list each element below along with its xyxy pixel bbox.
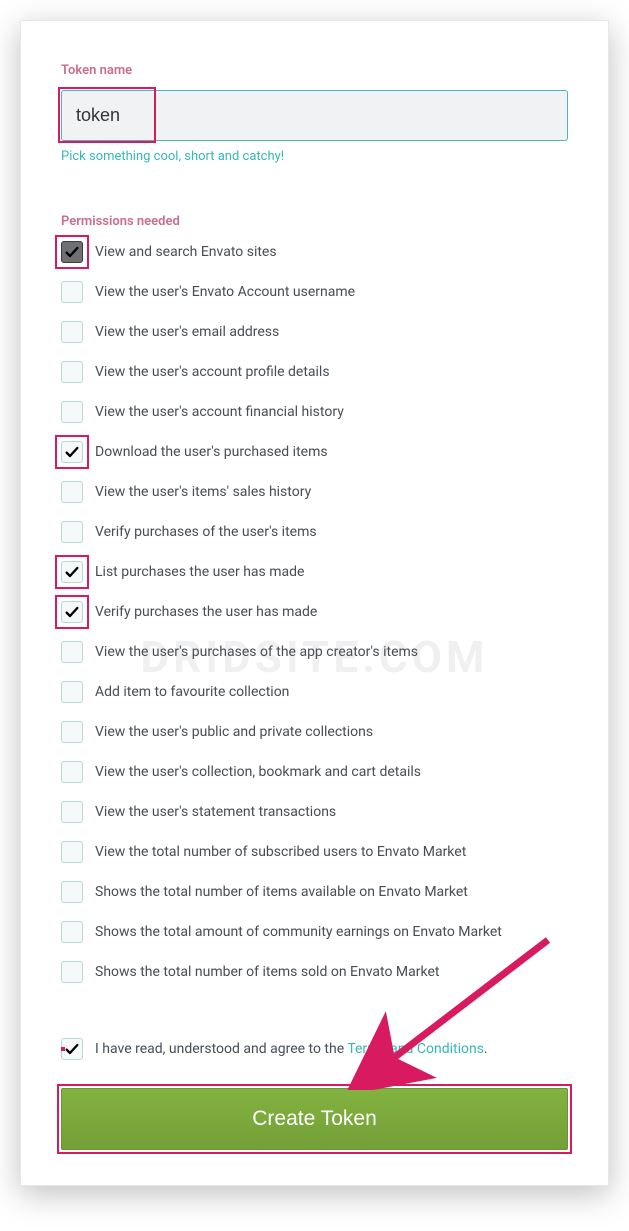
permission-checkbox[interactable]: [61, 241, 83, 263]
create-button-wrap: Create Token: [61, 1088, 568, 1150]
permission-row: Verify purchases the user has made: [61, 601, 568, 623]
permission-row: View the user's items' sales history: [61, 481, 568, 503]
permission-row: View the user's statement transactions: [61, 801, 568, 823]
permission-row: Shows the total number of items availabl…: [61, 881, 568, 903]
permission-checkbox[interactable]: [61, 761, 83, 783]
permission-row: View the total number of subscribed user…: [61, 841, 568, 863]
permission-row: View the user's purchases of the app cre…: [61, 641, 568, 663]
permission-checkbox[interactable]: [61, 561, 83, 583]
permission-checkbox[interactable]: [61, 641, 83, 663]
terms-suffix: .: [484, 1041, 488, 1057]
permissions-list: View and search Envato sites View the use…: [61, 241, 568, 983]
permission-checkbox[interactable]: [61, 681, 83, 703]
permission-row: Verify purchases of the user's items: [61, 521, 568, 543]
permission-label: Verify purchases the user has made: [95, 604, 317, 620]
permission-checkbox[interactable]: [61, 361, 83, 383]
token-name-label: Token name: [61, 63, 568, 78]
terms-text: I have read, understood and agree to the…: [95, 1041, 488, 1057]
permission-checkbox[interactable]: [61, 281, 83, 303]
permission-label: View the user's statement transactions: [95, 804, 336, 820]
permission-label: View the user's email address: [95, 324, 279, 340]
terms-prefix: I have read, understood and agree to the: [95, 1041, 347, 1057]
permission-label: Shows the total number of items sold on …: [95, 964, 439, 980]
permission-label: View the user's collection, bookmark and…: [95, 764, 421, 780]
permission-checkbox[interactable]: [61, 521, 83, 543]
permission-label: Shows the total number of items availabl…: [95, 884, 468, 900]
permission-checkbox[interactable]: [61, 401, 83, 423]
permission-label: Add item to favourite collection: [95, 684, 289, 700]
terms-link[interactable]: Terms and Conditions: [347, 1041, 484, 1057]
create-token-form: DRIDSITE.COM Token name Pick something c…: [20, 20, 609, 1186]
permission-checkbox[interactable]: [61, 801, 83, 823]
permissions-label: Permissions needed: [61, 214, 568, 229]
permission-label: View the user's items' sales history: [95, 484, 311, 500]
token-name-input[interactable]: [61, 90, 568, 141]
permission-row: View the user's public and private colle…: [61, 721, 568, 743]
permission-label: View the user's account financial histor…: [95, 404, 344, 420]
permission-row: View the user's email address: [61, 321, 568, 343]
permission-row: Add item to favourite collection: [61, 681, 568, 703]
permission-checkbox[interactable]: [61, 601, 83, 623]
permission-checkbox[interactable]: [61, 881, 83, 903]
permission-checkbox[interactable]: [61, 921, 83, 943]
token-name-input-wrap: [61, 90, 568, 141]
permission-label: View the total number of subscribed user…: [95, 844, 466, 860]
permission-label: View the user's purchases of the app cre…: [95, 644, 418, 660]
permission-checkbox[interactable]: [61, 961, 83, 983]
permission-label: Verify purchases of the user's items: [95, 524, 317, 540]
terms-checkbox[interactable]: [61, 1038, 83, 1060]
permission-row: Download the user's purchased items: [61, 441, 568, 463]
permission-label: Shows the total amount of community earn…: [95, 924, 502, 940]
permission-row: View the user's collection, bookmark and…: [61, 761, 568, 783]
permission-label: View and search Envato sites: [95, 244, 277, 260]
permission-label: View the user's Envato Account username: [95, 284, 355, 300]
permission-checkbox[interactable]: [61, 841, 83, 863]
permission-label: List purchases the user has made: [95, 564, 304, 580]
permission-label: Download the user's purchased items: [95, 444, 328, 460]
permission-row: View the user's account financial histor…: [61, 401, 568, 423]
permission-row: List purchases the user has made: [61, 561, 568, 583]
permission-row: View the user's account profile details: [61, 361, 568, 383]
terms-row: I have read, understood and agree to the…: [61, 1038, 568, 1060]
permission-checkbox[interactable]: [61, 721, 83, 743]
permission-checkbox[interactable]: [61, 441, 83, 463]
permission-checkbox[interactable]: [61, 481, 83, 503]
permission-label: View the user's public and private colle…: [95, 724, 373, 740]
permission-row: Shows the total amount of community earn…: [61, 921, 568, 943]
permission-row: Shows the total number of items sold on …: [61, 961, 568, 983]
permission-label: View the user's account profile details: [95, 364, 330, 380]
permission-checkbox[interactable]: [61, 321, 83, 343]
permission-row: View the user's Envato Account username: [61, 281, 568, 303]
create-token-button[interactable]: Create Token: [61, 1088, 568, 1150]
permission-row: View and search Envato sites: [61, 241, 568, 263]
token-name-hint: Pick something cool, short and catchy!: [61, 149, 568, 164]
